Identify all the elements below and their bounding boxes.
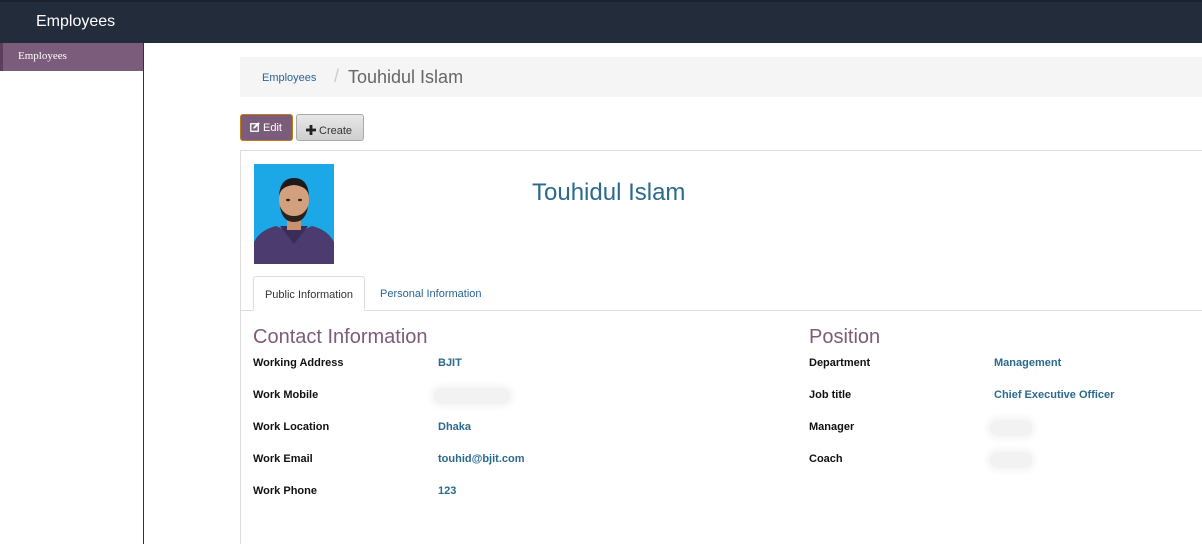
plus-icon — [306, 122, 316, 137]
app-title[interactable]: Employees — [36, 13, 115, 31]
job-title-value: Chief Executive Officer — [994, 389, 1115, 401]
department-value[interactable]: Management — [994, 357, 1061, 369]
edit-button-label: Edit — [263, 122, 282, 134]
work-phone-value[interactable]: 123 — [438, 485, 456, 497]
coach-label: Coach — [809, 453, 843, 465]
create-button[interactable]: Create — [296, 114, 364, 141]
position-title: Position — [809, 326, 881, 348]
create-button-label: Create — [319, 125, 353, 137]
main-content: Employees / Touhidul Islam Edit Create T… — [145, 43, 1202, 544]
breadcrumb-current: Touhidul Islam — [348, 67, 464, 87]
form-tabs: Public Information Personal Information — [241, 276, 1202, 311]
edit-icon — [250, 122, 260, 134]
work-location-label: Work Location — [253, 421, 330, 433]
breadcrumb-separator: / — [334, 66, 340, 86]
sidebar-item-employees[interactable]: Employees — [0, 43, 143, 71]
work-mobile-value — [434, 388, 510, 404]
breadcrumb-link-employees[interactable]: Employees — [262, 72, 316, 84]
tab-public-information[interactable]: Public Information — [253, 276, 365, 311]
manager-value — [990, 420, 1032, 436]
edit-button[interactable]: Edit — [240, 114, 293, 141]
employee-photo[interactable] — [254, 164, 334, 264]
work-phone-label: Work Phone — [253, 485, 317, 497]
top-navbar: Employees — [0, 0, 1202, 43]
work-email-label: Work Email — [253, 453, 313, 465]
work-email-link[interactable]: touhid@bjit.com — [438, 453, 525, 465]
breadcrumb: Employees / Touhidul Islam — [240, 57, 1202, 97]
work-mobile-label: Work Mobile — [253, 389, 319, 401]
employee-name: Touhidul Islam — [532, 179, 686, 206]
work-location-value: Dhaka — [438, 421, 472, 433]
tab-personal-information[interactable]: Personal Information — [380, 276, 482, 311]
manager-label: Manager — [809, 421, 855, 433]
department-label: Department — [809, 357, 871, 369]
working-address-label: Working Address — [253, 357, 344, 369]
contact-information-title: Contact Information — [253, 326, 428, 348]
working-address-value[interactable]: BJIT — [438, 357, 462, 369]
coach-value — [990, 452, 1032, 468]
job-title-label: Job title — [809, 389, 852, 401]
employee-form-sheet: Touhidul Islam Public Information Person… — [240, 150, 1202, 544]
sidebar: Employees — [0, 43, 144, 544]
